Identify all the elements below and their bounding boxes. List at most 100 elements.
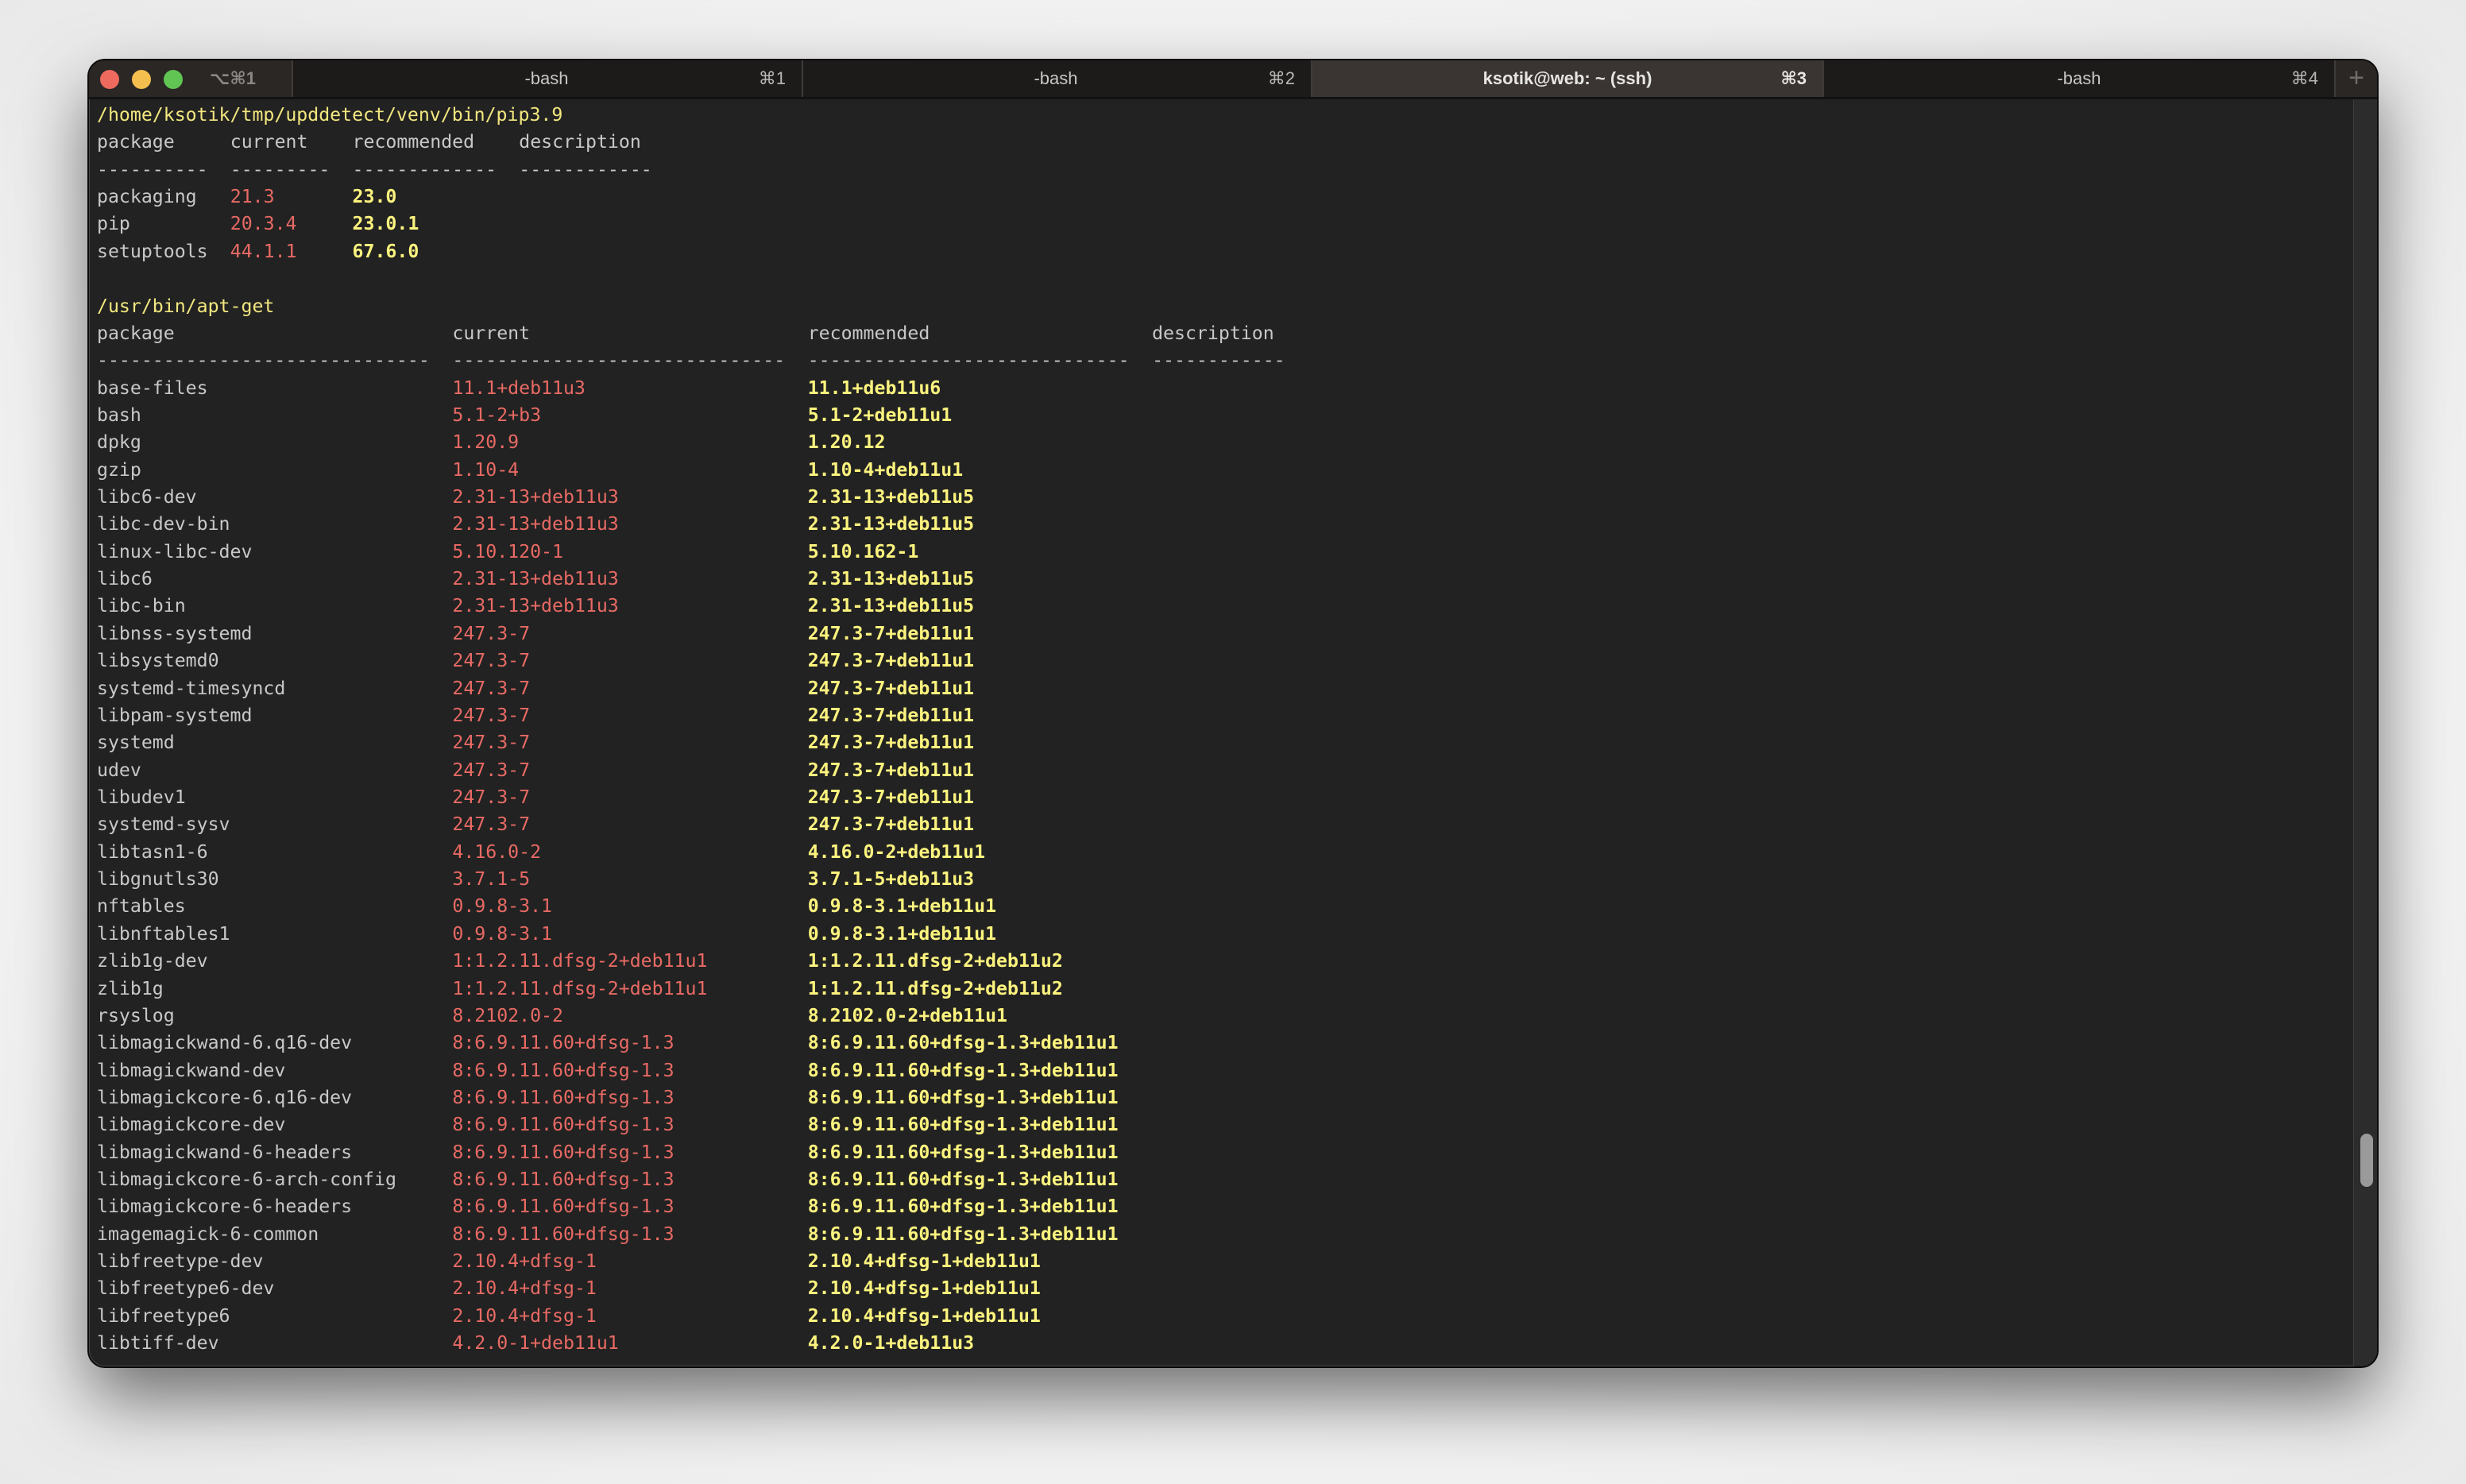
package-name: libudev1 xyxy=(97,786,186,808)
current-version: 8:6.9.11.60+dfsg-1.3 xyxy=(452,1196,674,1218)
recommended-version: 2.10.4+dfsg-1+deb11u1 xyxy=(807,1304,1041,1327)
package-name: dpkg xyxy=(97,431,141,454)
table-row: libfreetype6 2.10.4+dfsg-1 2.10.4+dfsg-1+d… xyxy=(97,1303,2345,1330)
recommended-version: 2.31-13+deb11u5 xyxy=(807,513,975,535)
recommended-version: 247.3-7+deb11u1 xyxy=(807,622,975,644)
current-version: 8:6.9.11.60+dfsg-1.3 xyxy=(452,1223,674,1245)
table-row: libgnutls30 3.7.1-5 3.7.1-5+deb11u3 xyxy=(97,866,2345,893)
current-version: 8:6.9.11.60+dfsg-1.3 xyxy=(452,1032,674,1054)
table-row: libmagickwand-dev 8:6.9.11.60+dfsg-1.3 8:6… xyxy=(97,1057,2345,1084)
recommended-version: 8:6.9.11.60+dfsg-1.3+deb11u1 xyxy=(807,1032,1119,1054)
tab-4[interactable]: -bash ⌘4 xyxy=(1824,60,2336,97)
recommended-version: 247.3-7+deb11u1 xyxy=(807,650,975,672)
column-separator: ------------------------------ xyxy=(452,350,786,372)
current-version: 0.9.8-3.1 xyxy=(452,895,552,918)
recommended-version: 8:6.9.11.60+dfsg-1.3+deb11u1 xyxy=(807,1169,1119,1191)
tab-2[interactable]: -bash ⌘2 xyxy=(801,60,1312,97)
current-version: 247.3-7 xyxy=(452,677,531,699)
package-name: libnss-systemd xyxy=(97,622,253,644)
tab-1[interactable]: -bash ⌘1 xyxy=(292,60,803,97)
recommended-version: 247.3-7+deb11u1 xyxy=(807,759,975,781)
package-name: libfreetype6 xyxy=(97,1304,230,1327)
scrollbar-thumb[interactable] xyxy=(2360,1134,2373,1187)
zoom-window-button[interactable] xyxy=(164,70,183,89)
header-current: current xyxy=(452,322,531,344)
pip-separator-row: ---------- --------- ------------- --------… xyxy=(97,157,2345,184)
tab-label: -bash xyxy=(524,68,569,88)
recommended-version: 1:1.2.11.dfsg-2+deb11u2 xyxy=(807,977,1063,999)
terminal-window: ⌥⌘1 -bash ⌘1 -bash ⌘2 ksotik@web: ~ (ssh… xyxy=(89,60,2377,1366)
recommended-version: 0.9.8-3.1+deb11u1 xyxy=(807,895,997,918)
current-version: 21.3 xyxy=(230,186,275,208)
close-window-button[interactable] xyxy=(100,70,119,89)
package-name: udev xyxy=(97,759,141,781)
package-name: rsyslog xyxy=(97,1004,175,1026)
tab-shortcut: ⌘2 xyxy=(1267,68,1295,88)
current-version: 4.16.0-2 xyxy=(452,841,542,863)
package-name: libgnutls30 xyxy=(97,868,219,891)
current-version: 247.3-7 xyxy=(452,732,531,754)
recommended-version: 2.31-13+deb11u5 xyxy=(807,486,975,508)
plus-icon: + xyxy=(2348,63,2364,93)
tab-bar: ⌥⌘1 -bash ⌘1 -bash ⌘2 ksotik@web: ~ (ssh… xyxy=(89,60,2377,99)
table-row: libsystemd0 247.3-7 247.3-7+deb11u1 xyxy=(97,647,2345,674)
table-row: systemd 247.3-7 247.3-7+deb11u1 xyxy=(97,729,2345,756)
package-name: libmagickwand-6-headers xyxy=(97,1141,353,1163)
recommended-version: 8:6.9.11.60+dfsg-1.3+deb11u1 xyxy=(807,1223,1119,1245)
recommended-version: 23.0 xyxy=(352,186,397,208)
recommended-version: 2.31-13+deb11u5 xyxy=(807,595,975,617)
new-tab-button[interactable]: + xyxy=(2336,60,2377,97)
window-controls: ⌥⌘1 xyxy=(89,60,293,97)
package-name: base-files xyxy=(97,377,208,399)
current-version: 8.2102.0-2 xyxy=(452,1004,563,1026)
recommended-version: 247.3-7+deb11u1 xyxy=(807,732,975,754)
apt-path-line: /usr/bin/apt-get xyxy=(97,293,2345,320)
table-row: systemd-timesyncd 247.3-7 247.3-7+deb11u1 xyxy=(97,675,2345,702)
current-version: 11.1+deb11u3 xyxy=(452,377,586,399)
current-version: 1:1.2.11.dfsg-2+deb11u1 xyxy=(452,950,708,972)
table-row: bash 5.1-2+b3 5.1-2+deb11u1 xyxy=(97,402,2345,429)
tab-shortcut: ⌘1 xyxy=(758,68,786,88)
tab-3-active[interactable]: ksotik@web: ~ (ssh) ⌘3 xyxy=(1312,60,1824,97)
recommended-version: 8.2102.0-2+deb11u1 xyxy=(807,1004,1007,1026)
package-name: packaging xyxy=(97,186,197,208)
terminal-output[interactable]: /home/ksotik/tmp/upddetect/venv/bin/pip3… xyxy=(97,102,2345,1366)
table-row: libtiff-dev 4.2.0-1+deb11u1 4.2.0-1+deb11u… xyxy=(97,1330,2345,1357)
header-description: description xyxy=(519,131,641,153)
current-version: 2.31-13+deb11u3 xyxy=(452,486,619,508)
current-version: 1.20.9 xyxy=(452,431,520,454)
recommended-version: 247.3-7+deb11u1 xyxy=(807,677,975,699)
table-row: udev 247.3-7 247.3-7+deb11u1 xyxy=(97,757,2345,784)
column-separator: ------------- xyxy=(352,158,497,180)
recommended-version: 1.10-4+deb11u1 xyxy=(807,458,964,481)
current-version: 1:1.2.11.dfsg-2+deb11u1 xyxy=(452,977,708,999)
table-row: rsyslog 8.2102.0-2 8.2102.0-2+deb11u1 xyxy=(97,1003,2345,1030)
scrollbar[interactable] xyxy=(2353,99,2377,1366)
current-version: 8:6.9.11.60+dfsg-1.3 xyxy=(452,1114,674,1136)
table-row: systemd-sysv 247.3-7 247.3-7+deb11u1 xyxy=(97,811,2345,838)
recommended-version: 247.3-7+deb11u1 xyxy=(807,704,975,726)
table-row: libudev1 247.3-7 247.3-7+deb11u1 xyxy=(97,784,2345,811)
recommended-version: 2.10.4+dfsg-1+deb11u1 xyxy=(807,1277,1041,1300)
apt-separator-row: ------------------------------ ----------… xyxy=(97,347,2345,374)
current-version: 20.3.4 xyxy=(230,213,297,235)
package-name: zlib1g xyxy=(97,977,164,999)
header-package: package xyxy=(97,322,175,344)
current-version: 2.31-13+deb11u3 xyxy=(452,568,619,590)
header-package: package xyxy=(97,131,175,153)
column-separator: ----------------------------- xyxy=(807,350,1130,372)
table-row: libmagickwand-6-headers 8:6.9.11.60+dfsg-… xyxy=(97,1139,2345,1166)
recommended-version: 8:6.9.11.60+dfsg-1.3+deb11u1 xyxy=(807,1086,1119,1108)
current-version: 8:6.9.11.60+dfsg-1.3 xyxy=(452,1059,674,1081)
recommended-version: 4.2.0-1+deb11u3 xyxy=(807,1332,975,1355)
current-version: 247.3-7 xyxy=(452,759,531,781)
package-name: libc6-dev xyxy=(97,486,197,508)
current-version: 44.1.1 xyxy=(230,240,297,262)
table-row: packaging 21.3 23.0 xyxy=(97,184,2345,211)
current-version: 247.3-7 xyxy=(452,704,531,726)
table-row: libc6 2.31-13+deb11u3 2.31-13+deb11u5 xyxy=(97,566,2345,593)
recommended-version: 2.31-13+deb11u5 xyxy=(807,568,975,590)
minimize-window-button[interactable] xyxy=(132,70,151,89)
header-recommended: recommended xyxy=(807,322,930,344)
column-separator: ------------ xyxy=(1152,350,1285,372)
